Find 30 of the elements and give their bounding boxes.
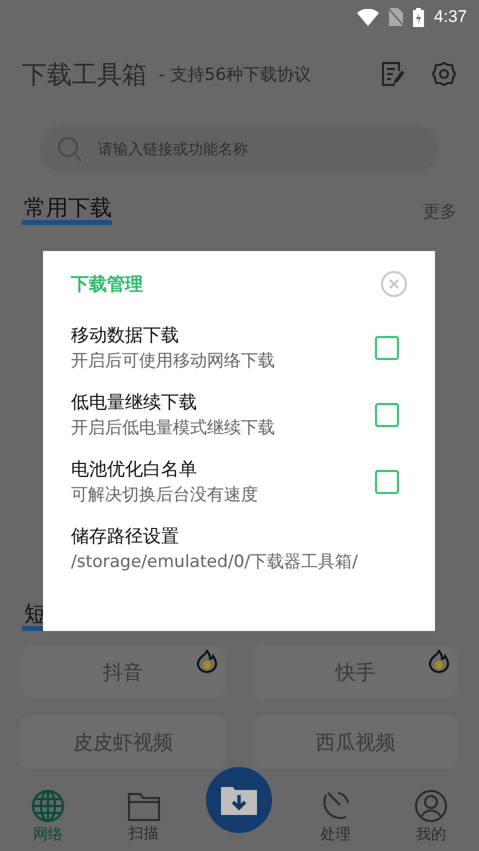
option-label: 低电量继续下载 bbox=[71, 391, 198, 414]
dialog-title: 下载管理 bbox=[71, 273, 143, 296]
option-description: 开启后可使用移动网络下载 bbox=[71, 350, 275, 372]
battery-icon bbox=[412, 8, 424, 26]
app-subtitle: - 支持56种下载协议 bbox=[159, 64, 312, 86]
option-label: 储存路径设置 bbox=[71, 525, 180, 548]
checkbox[interactable] bbox=[375, 336, 399, 360]
no-sim-icon bbox=[388, 8, 403, 26]
download-folder-icon bbox=[221, 785, 258, 815]
option-description: /storage/emulated/0/下载器工具箱/ bbox=[71, 551, 358, 573]
nav-tab[interactable]: 扫描 bbox=[96, 790, 192, 842]
search-icon bbox=[58, 137, 82, 162]
option-label: 移动数据下载 bbox=[71, 324, 180, 347]
wifi-icon bbox=[356, 8, 379, 26]
app-title: 下载工具箱 bbox=[22, 58, 147, 90]
checkbox[interactable] bbox=[375, 470, 399, 494]
checkbox[interactable] bbox=[375, 402, 399, 426]
option-description: 开启后低电量模式继续下载 bbox=[71, 417, 275, 439]
status-time: 4:37 bbox=[434, 7, 467, 27]
settings-icon[interactable] bbox=[431, 61, 457, 87]
nav-tab[interactable]: 处理 bbox=[287, 788, 384, 844]
option-description: 可解决切换后台没有速度 bbox=[71, 484, 258, 506]
globe-icon bbox=[30, 788, 65, 822]
option-label: 电池优化白名单 bbox=[71, 458, 198, 481]
section-title: 常用下载 bbox=[22, 198, 112, 225]
close-icon[interactable] bbox=[381, 271, 407, 297]
user-icon bbox=[414, 788, 448, 822]
nav-tab[interactable]: 我的 bbox=[383, 788, 479, 844]
notes-icon[interactable] bbox=[381, 61, 405, 87]
nav-tab[interactable]: 网络 bbox=[0, 788, 96, 844]
